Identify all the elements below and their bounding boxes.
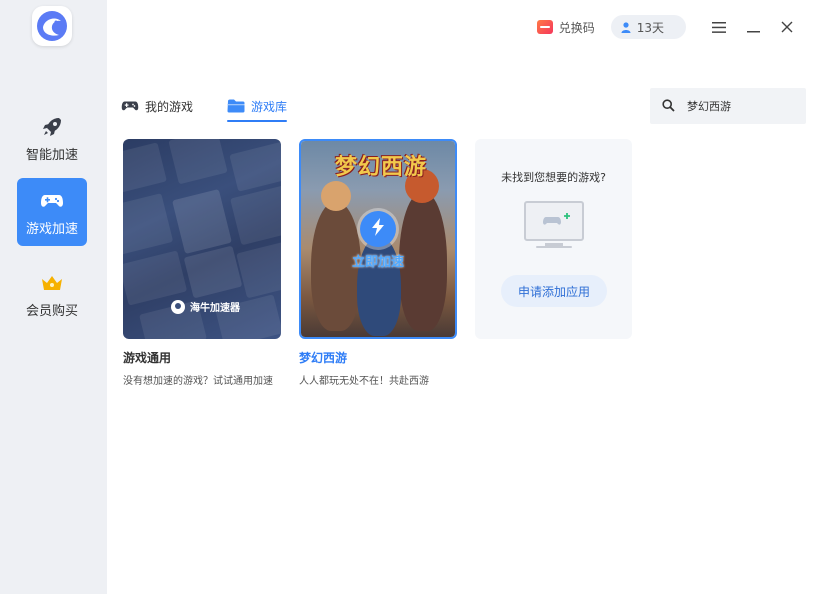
sidebar-item-label: 会员购买 [25,303,78,319]
search-box [650,88,806,124]
game-not-found-card: 未找到您想要的游戏? 申请添加应用 [475,139,632,339]
accelerate-now-button[interactable] [360,211,396,247]
lightning-icon [370,218,386,240]
days-label: 13天 [636,20,664,35]
tab-game-library[interactable]: 游戏库 [227,96,288,122]
game-title: 梦幻西游 [299,351,348,365]
monitor-add-icon [524,201,584,241]
search-icon [662,97,675,116]
game-description: 人人都玩无处不在！共赴西游 [299,376,429,387]
gamepad-icon [121,99,139,113]
game-description: 没有想加速的游戏？试试通用加速 [123,376,273,387]
game-cover-menghuan-xiyou: 梦幻西游 立即加速 [299,139,457,339]
cover-art: 梦幻西游 立即加速 [301,141,455,337]
cover-art: 海牛加速器 [123,139,281,339]
rocket-icon [39,114,65,140]
game-art-logo: 梦幻西游 [335,155,428,180]
dolphin-logo-icon [32,6,72,46]
tab-my-games[interactable]: 我的游戏 [121,96,193,116]
brand-badge-label: 海牛加速器 [190,303,240,314]
folder-icon [227,99,245,113]
request-add-app-button[interactable]: 申请添加应用 [501,275,607,307]
menu-button[interactable] [702,14,736,40]
game-card-general[interactable]: 海牛加速器 游戏通用 没有想加速的游戏？试试通用加速 [123,139,281,387]
crown-icon [39,270,65,296]
tab-label: 游戏库 [251,99,288,114]
minimize-icon [746,18,760,37]
sidebar-item-label: 游戏加速 [25,221,78,237]
minimize-button[interactable] [736,14,770,40]
game-tabs: 我的游戏 游戏库 [121,96,321,122]
sidebar-item-label: 智能加速 [25,147,78,163]
brand-badge: 海牛加速器 [171,299,240,314]
redeem-code-button[interactable]: 兑换码 [536,19,595,36]
title-bar-controls: 兑换码 13天 [536,14,804,40]
search-input[interactable] [687,99,797,113]
redeem-label: 兑换码 [558,20,595,35]
game-card-menghuan-xiyou[interactable]: 梦幻西游 立即加速 梦幻西游 人人都玩无处不在！共赴西游 [299,139,457,387]
monitor-base [536,246,572,248]
tab-label: 我的游戏 [145,99,194,114]
not-found-title: 未找到您想要的游戏? [501,171,606,184]
sidebar-item-vip[interactable]: 会员购买 [17,260,87,328]
brand-logo-icon [171,299,185,314]
gamepad-icon [39,188,65,214]
sidebar-item-game-accel[interactable]: 游戏加速 [17,178,87,246]
sidebar: 智能加速 游戏加速 会员购买 [0,0,107,594]
membership-days-badge[interactable]: 13天 [610,15,686,39]
game-cover-general: 海牛加速器 [123,139,281,339]
game-title: 游戏通用 [123,351,172,365]
user-icon [621,21,631,33]
close-button[interactable] [770,14,804,40]
close-icon [781,18,793,37]
sidebar-item-smart-accel[interactable]: 智能加速 [17,104,87,172]
menu-icon [712,18,726,37]
accelerate-now-label[interactable]: 立即加速 [301,251,455,270]
ticket-icon [536,20,553,34]
